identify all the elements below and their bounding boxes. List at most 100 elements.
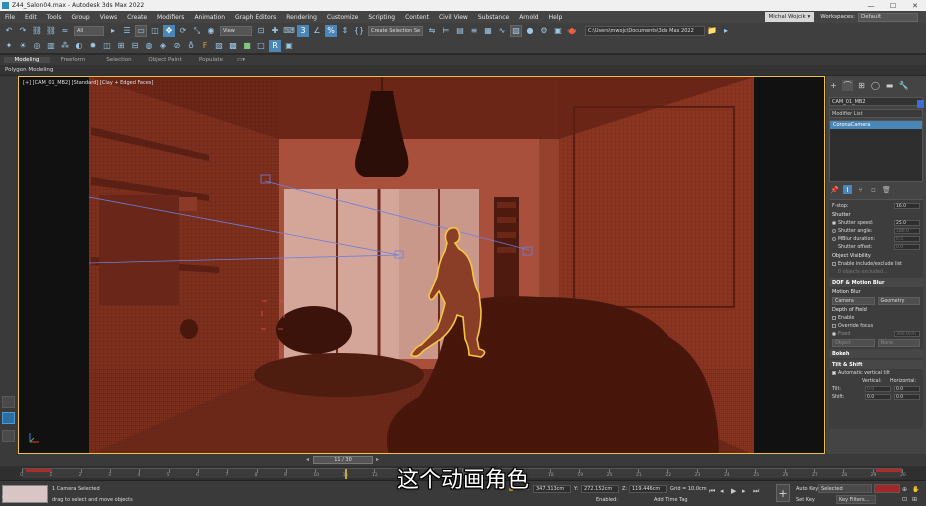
object-color-swatch[interactable] bbox=[917, 100, 924, 108]
user-account-menu[interactable]: Michal Wojcik ▾ bbox=[764, 12, 815, 22]
object-name-field[interactable]: CAM_01_MB2 bbox=[829, 97, 923, 106]
shutter-offset-value[interactable]: 0.0 bbox=[894, 244, 920, 250]
menu-content[interactable]: Content bbox=[400, 14, 434, 21]
bulb-icon[interactable]: ♁ bbox=[185, 40, 197, 52]
menu-animation[interactable]: Animation bbox=[189, 14, 230, 21]
percent-snap-icon[interactable]: % bbox=[325, 24, 337, 37]
viewport-layout-button[interactable] bbox=[2, 396, 15, 408]
keyboard-shortcut-override-icon[interactable]: ⌨ bbox=[283, 25, 295, 37]
reference-coordinate-select[interactable]: View bbox=[220, 25, 252, 36]
rotate-icon[interactable]: ⟳ bbox=[177, 25, 189, 37]
motion-blur-geometry-checkbox[interactable]: Geometry bbox=[877, 297, 920, 305]
unlink-icon[interactable]: ⛓ bbox=[45, 25, 57, 37]
pin-stack-icon[interactable]: 📌 bbox=[830, 185, 839, 194]
decal-icon[interactable]: ◐ bbox=[73, 40, 85, 52]
bind-spacewarp-icon[interactable]: ≈ bbox=[59, 25, 71, 37]
rendered-frame-window-icon[interactable]: ▣ bbox=[552, 25, 564, 37]
modify-tab-icon[interactable]: ⌒ bbox=[842, 80, 853, 91]
railclone-icon[interactable]: ▨ bbox=[213, 40, 225, 52]
auto-vertical-tilt-checkbox[interactable] bbox=[832, 371, 836, 375]
create-light-icon[interactable]: ✦ bbox=[3, 40, 15, 52]
ribbon-tab-modeling[interactable]: Modeling bbox=[4, 57, 50, 63]
menu-arnold[interactable]: Arnold bbox=[514, 14, 543, 21]
shutter-angle-value[interactable]: 180.0 bbox=[894, 228, 920, 234]
minimize-button[interactable]: — bbox=[860, 0, 882, 11]
angle-snap-icon[interactable]: ∠ bbox=[311, 25, 323, 37]
menu-help[interactable]: Help bbox=[544, 14, 568, 21]
material-library-icon[interactable]: ◍ bbox=[143, 40, 155, 52]
focus-object-button[interactable]: Object bbox=[832, 339, 875, 347]
shutter-angle-radio[interactable] bbox=[832, 229, 836, 233]
sun-icon[interactable]: ☀ bbox=[17, 40, 29, 52]
corona-vfb-icon[interactable]: ▣ bbox=[283, 40, 295, 52]
box-icon[interactable]: ■ bbox=[241, 40, 253, 52]
curve-editor-icon[interactable]: ∿ bbox=[496, 25, 508, 37]
cube-icon[interactable]: □ bbox=[255, 40, 267, 52]
show-end-result-icon[interactable]: Ⅰ bbox=[843, 185, 852, 194]
render-setup-icon[interactable]: ⚙ bbox=[538, 25, 550, 37]
viewport-layout-active-button[interactable] bbox=[2, 412, 15, 424]
interactive-render-icon[interactable]: ◫ bbox=[101, 40, 113, 52]
tilt-vertical-value[interactable]: 0.0 bbox=[865, 386, 891, 392]
menu-scripting[interactable]: Scripting bbox=[363, 14, 400, 21]
select-object-icon[interactable]: ▸ bbox=[107, 25, 119, 37]
focus-none-button[interactable]: None bbox=[877, 339, 920, 347]
placement-icon[interactable]: ◉ bbox=[205, 25, 217, 37]
pan-viewport-icon[interactable]: ⊡ bbox=[902, 496, 907, 503]
menu-views[interactable]: Views bbox=[95, 14, 122, 21]
workspace-select[interactable]: Default bbox=[858, 12, 918, 22]
spinner-snap-icon[interactable]: ⇕ bbox=[339, 25, 351, 37]
menu-edit[interactable]: Edit bbox=[20, 14, 42, 21]
close-button[interactable]: ✕ bbox=[904, 0, 926, 11]
forest-icon[interactable]: F bbox=[199, 40, 211, 52]
menu-file[interactable]: File bbox=[0, 14, 20, 21]
menu-group[interactable]: Group bbox=[66, 14, 94, 21]
menu-graph-editors[interactable]: Graph Editors bbox=[230, 14, 281, 21]
menu-tools[interactable]: Tools bbox=[42, 14, 67, 21]
mirror-icon[interactable]: ⇋ bbox=[426, 25, 438, 37]
menu-civil-view[interactable]: Civil View bbox=[434, 14, 473, 21]
corona-render-icon[interactable]: R bbox=[269, 39, 281, 52]
focus-fixed-value[interactable]: 300.0cm bbox=[894, 331, 920, 337]
motion-tab-icon[interactable]: ◯ bbox=[870, 80, 881, 91]
select-by-name-icon[interactable]: ☰ bbox=[121, 25, 133, 37]
shift-horizontal-value[interactable]: 0.0 bbox=[894, 394, 920, 400]
flip-icon[interactable]: ⊘ bbox=[171, 40, 183, 52]
project-settings-icon[interactable]: ▸ bbox=[720, 25, 732, 37]
texture-icon[interactable]: ▩ bbox=[227, 40, 239, 52]
dof-motion-blur-rollout[interactable]: DOF & Motion Blur bbox=[829, 278, 923, 287]
create-tab-icon[interactable]: + bbox=[828, 80, 839, 91]
utilities-tab-icon[interactable]: 🔧 bbox=[898, 80, 909, 91]
layer-explorer-icon[interactable]: ≡ bbox=[468, 25, 480, 37]
add-time-tag-button[interactable]: Add Time Tag bbox=[654, 497, 688, 503]
menu-rendering[interactable]: Rendering bbox=[281, 14, 322, 21]
menu-substance[interactable]: Substance bbox=[473, 14, 514, 21]
rect-selection-icon[interactable]: ▭ bbox=[135, 24, 147, 37]
shift-vertical-value[interactable]: 0.0 bbox=[865, 394, 891, 400]
selection-filter-select[interactable]: All bbox=[74, 25, 104, 36]
link-icon[interactable]: ⛓ bbox=[31, 25, 43, 37]
remove-modifier-icon[interactable]: ▫ bbox=[869, 185, 878, 194]
fur-icon[interactable]: ✹ bbox=[87, 40, 99, 52]
scale-icon[interactable]: ⤡ bbox=[191, 25, 203, 37]
camera-viewport[interactable]: [+] [CAM_01_MB2] [Standard] [Clay + Edge… bbox=[18, 76, 825, 454]
snaps-toggle-icon[interactable]: 3 bbox=[297, 24, 309, 37]
enable-include-exclude-checkbox[interactable] bbox=[832, 262, 836, 266]
override-focus-checkbox[interactable] bbox=[832, 324, 836, 328]
shutter-speed-radio[interactable] bbox=[832, 221, 836, 225]
schematic-view-icon[interactable]: ▧ bbox=[510, 24, 522, 37]
dof-enable-checkbox[interactable] bbox=[832, 316, 836, 320]
window-crossing-icon[interactable]: ◫ bbox=[149, 25, 161, 37]
focus-fixed-radio[interactable] bbox=[832, 332, 836, 336]
ribbon-toggle-icon[interactable]: ▦ bbox=[482, 25, 494, 37]
corona-camera-icon[interactable]: ◎ bbox=[31, 40, 43, 52]
converter-icon[interactable]: ⊞ bbox=[115, 40, 127, 52]
menu-modifiers[interactable]: Modifiers bbox=[152, 14, 189, 21]
tilt-horizontal-value[interactable]: 0.0 bbox=[894, 386, 920, 392]
pivot-center-icon[interactable]: ⊡ bbox=[255, 25, 267, 37]
motion-blur-camera-checkbox[interactable]: Camera bbox=[832, 297, 875, 305]
shutter-speed-value[interactable]: 25.0 bbox=[894, 220, 920, 226]
bokeh-rollout[interactable]: Bokeh bbox=[829, 349, 923, 358]
light-mix-icon[interactable]: ◈ bbox=[157, 40, 169, 52]
lister-icon[interactable]: ⊟ bbox=[129, 40, 141, 52]
